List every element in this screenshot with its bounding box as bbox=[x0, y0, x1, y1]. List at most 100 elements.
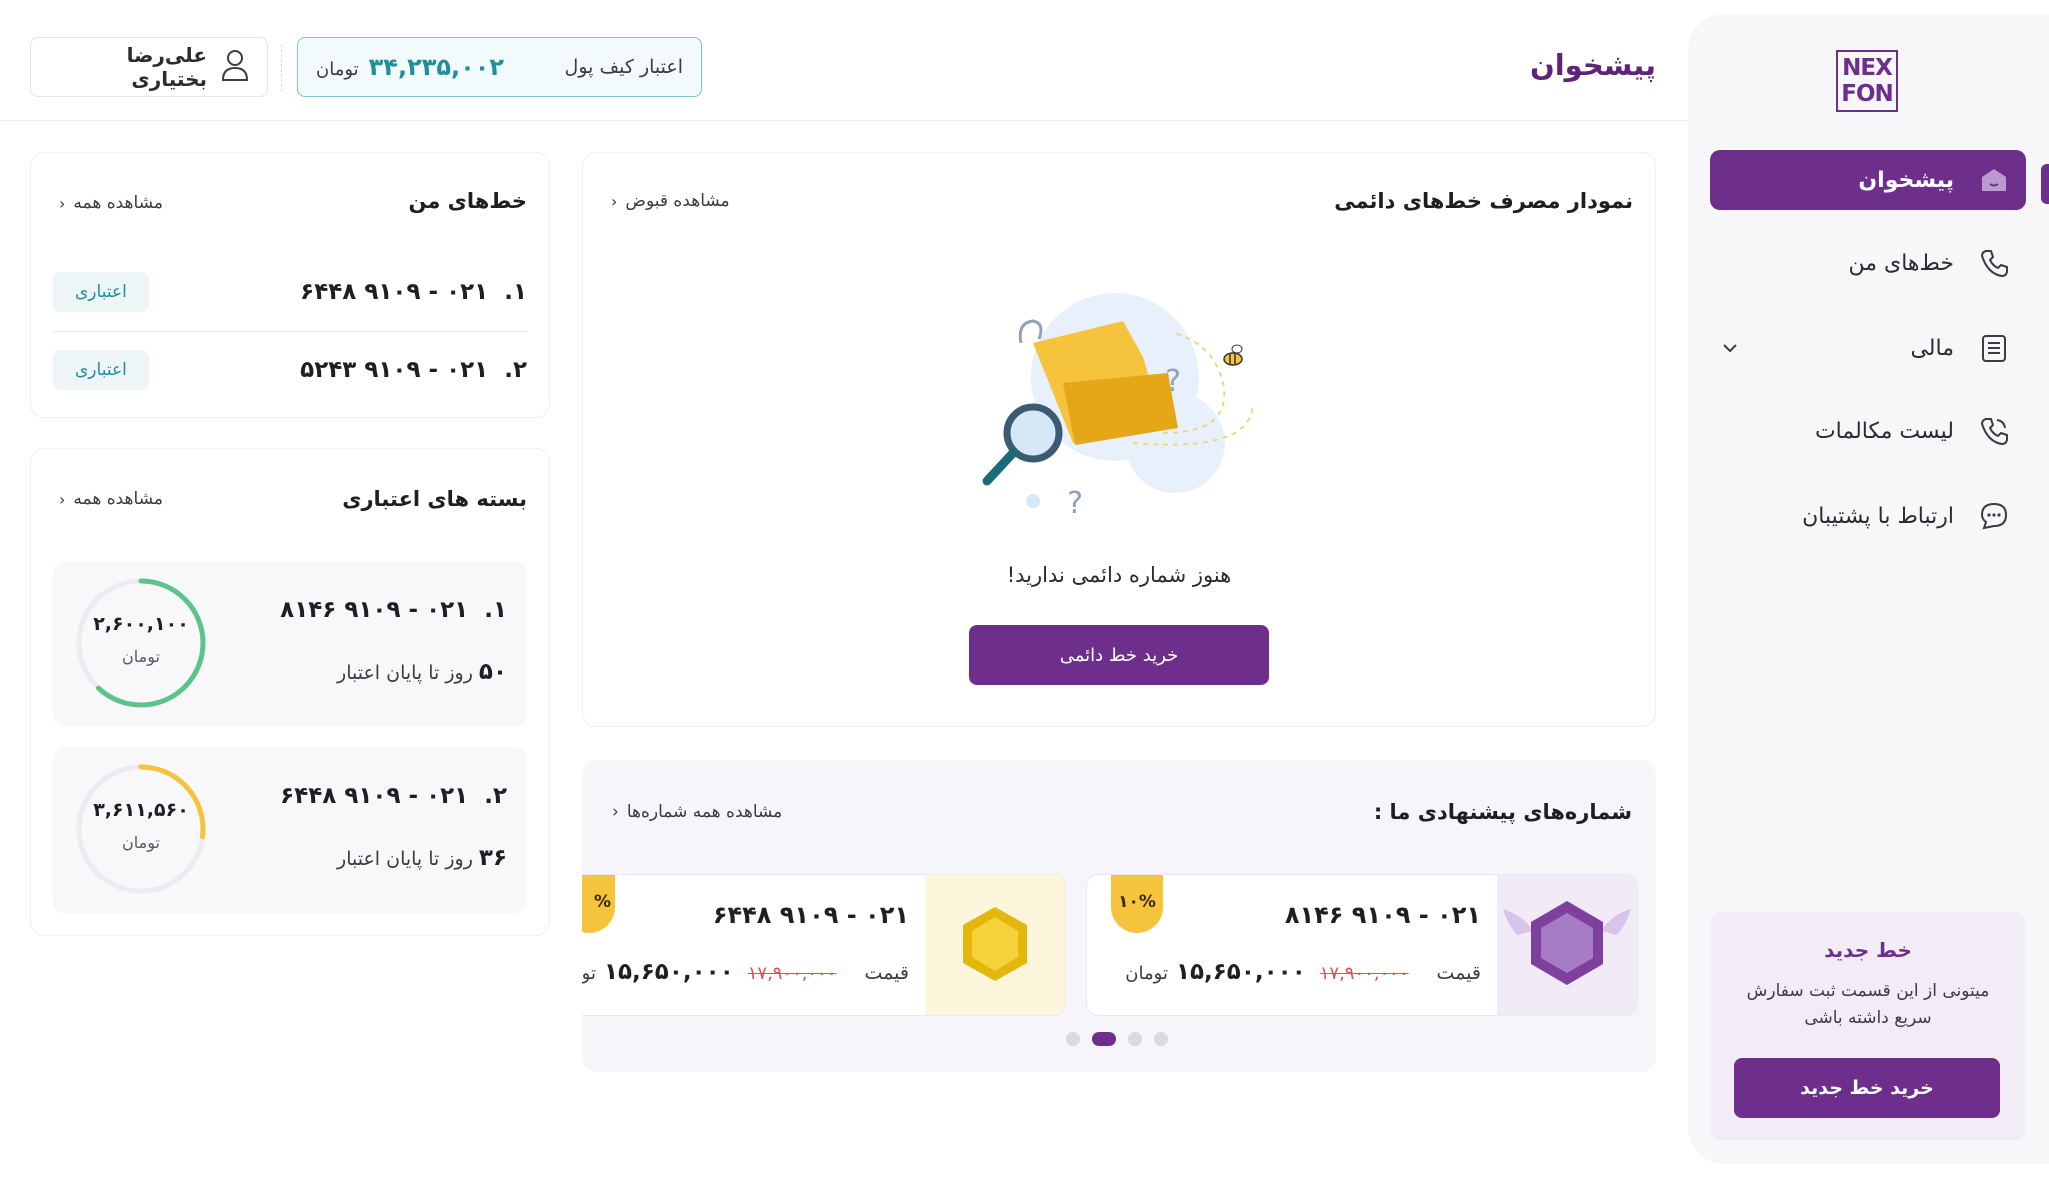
price-label: قیمت bbox=[1436, 962, 1481, 984]
user-name: علی‌رضا بختیاری bbox=[126, 43, 207, 91]
empty-state-text: هنوز شماره دائمی ندارید! bbox=[1006, 563, 1232, 587]
card-title: خط‌های من bbox=[408, 189, 527, 213]
view-all-packs-link[interactable]: مشاهده همه ‹ bbox=[59, 489, 163, 509]
card-title: بسته های اعتباری bbox=[342, 487, 527, 511]
offer-price: قیمت ۱۷,۹۰۰,۰۰۰ ۱۵,۶۵۰,۰۰۰ تو bbox=[582, 959, 909, 985]
pack-amount: ۳,۶۱۱,۵۶۰ bbox=[93, 799, 189, 821]
line-number-value: ۰۲۱ - ۹۱۰۹ ۶۴۴۸ bbox=[300, 279, 489, 305]
price-label: قیمت bbox=[864, 962, 909, 984]
line-row[interactable]: ۱. ۰۲۱ - ۹۱۰۹ ۶۴۴۸ اعتباری bbox=[53, 257, 527, 327]
link-label: مشاهده قبوض bbox=[625, 191, 730, 211]
suggested-numbers-section: شماره‌های پیشنهادی ما : مشاهده همه شماره… bbox=[582, 760, 1656, 1072]
offer-price: قیمت ۱۷,۹۰۰,۰۰۰ ۱۵,۶۵۰,۰۰۰ تومان bbox=[1125, 959, 1481, 985]
carousel-dot[interactable] bbox=[1154, 1032, 1168, 1046]
carousel-dot[interactable] bbox=[1128, 1032, 1142, 1046]
wallet-value: ۳۴,۲۳۵,۰۰۲ تومان bbox=[316, 53, 504, 81]
sidebar-item-my-lines[interactable]: خط‌های من bbox=[1710, 233, 2026, 293]
receipt-icon bbox=[1974, 328, 2014, 368]
offer-badge-area bbox=[925, 875, 1065, 1015]
header-divider-line bbox=[0, 120, 1688, 121]
old-price: ۱۷,۹۰۰,۰۰۰ bbox=[747, 963, 837, 984]
page-title: پیشخوان bbox=[1529, 48, 1656, 82]
pack-days-remaining: ۳۶روز تا پایان اعتبار bbox=[337, 845, 507, 871]
line-number: ۲. ۰۲۱ - ۹۱۰۹ ۵۲۴۳ bbox=[300, 357, 527, 383]
link-label: مشاهده همه bbox=[73, 193, 163, 213]
chevron-left-icon: ‹ bbox=[59, 193, 66, 213]
credit-pack-item[interactable]: ۱. ۰۲۱ - ۹۱۰۹ ۸۱۴۶ ۵۰روز تا پایان اعتبار… bbox=[53, 561, 527, 727]
carousel-dot[interactable] bbox=[1066, 1032, 1080, 1046]
sidebar-item-dashboard[interactable]: پیشخوان bbox=[1710, 150, 2026, 210]
link-label: مشاهده همه bbox=[73, 489, 163, 509]
phone-icon bbox=[1974, 243, 2014, 283]
pack-line-number: ۲. ۰۲۱ - ۹۱۰۹ ۶۴۴۸ bbox=[280, 783, 507, 809]
card-title: نمودار مصرف خط‌های دائمی bbox=[1334, 189, 1633, 213]
credit-progress-ring bbox=[76, 764, 206, 894]
usage-chart-card: نمودار مصرف خط‌های دائمی مشاهده قبوض ‹ ?… bbox=[582, 152, 1656, 727]
discount-tag: ۱۰% bbox=[1111, 875, 1163, 933]
call-log-icon bbox=[1974, 411, 2014, 451]
line-index: ۲. bbox=[504, 357, 527, 383]
offer-card[interactable]: ۰۲۱ - ۹۱۰۹ ۸۱۴۶ قیمت ۱۷,۹۰۰,۰۰۰ ۱۵,۶۵۰,۰… bbox=[1086, 874, 1638, 1016]
line-index: ۱. bbox=[504, 279, 527, 305]
view-all-numbers-link[interactable]: مشاهده همه شماره‌ها ‹ bbox=[612, 802, 782, 822]
sidebar-item-label: مالی bbox=[1910, 335, 1954, 361]
credit-packs-card: بسته های اعتباری مشاهده همه ‹ ۱. ۰۲۱ - ۹… bbox=[30, 448, 550, 936]
bee-icon bbox=[1223, 344, 1243, 366]
credit-pack-item[interactable]: ۲. ۰۲۱ - ۹۱۰۹ ۶۴۴۸ ۳۶روز تا پایان اعتبار… bbox=[53, 747, 527, 913]
user-menu[interactable]: علی‌رضا بختیاری bbox=[30, 37, 268, 97]
days-count: ۵۰ bbox=[478, 659, 507, 685]
line-number: ۱. ۰۲۱ - ۹۱۰۹ ۶۴۴۸ bbox=[300, 279, 527, 305]
pack-unit: تومان bbox=[122, 833, 160, 852]
pack-number-value: ۰۲۱ - ۹۱۰۹ ۸۱۴۶ bbox=[280, 597, 469, 623]
old-price: ۱۷,۹۰۰,۰۰۰ bbox=[1319, 963, 1409, 984]
carousel-pagination bbox=[1066, 1032, 1168, 1046]
chevron-left-icon: ‹ bbox=[612, 802, 619, 822]
buy-new-line-button[interactable]: خرید خط جدید bbox=[1734, 1058, 2000, 1118]
user-icon bbox=[219, 48, 251, 86]
offer-badge-area bbox=[1497, 875, 1637, 1015]
header-divider bbox=[281, 44, 282, 92]
chat-support-icon bbox=[1974, 496, 2014, 536]
view-all-lines-link[interactable]: مشاهده همه ‹ bbox=[59, 193, 163, 213]
pack-number-value: ۰۲۱ - ۹۱۰۹ ۶۴۴۸ bbox=[280, 783, 469, 809]
my-lines-card: خط‌های من مشاهده همه ‹ ۱. ۰۲۱ - ۹۱۰۹ ۶۴۴… bbox=[30, 152, 550, 418]
pack-amount: ۲,۶۰۰,۱۰۰ bbox=[93, 613, 189, 635]
new-price: ۱۵,۶۵۰,۰۰۰ bbox=[603, 959, 734, 985]
view-bills-link[interactable]: مشاهده قبوض ‹ bbox=[611, 191, 730, 211]
wallet-label: اعتبار کیف پول bbox=[564, 56, 683, 78]
sidebar-item-finance[interactable]: مالی bbox=[1710, 318, 2026, 378]
sidebar-item-label: ارتباط با پشتیبان bbox=[1802, 503, 1954, 529]
price-unit: تو bbox=[582, 963, 596, 984]
sidebar-item-support[interactable]: ارتباط با پشتیبان bbox=[1710, 486, 2026, 546]
wallet-amount: ۳۴,۲۳۵,۰۰۲ bbox=[368, 53, 505, 81]
wallet-unit: تومان bbox=[316, 59, 359, 80]
line-row[interactable]: ۲. ۰۲۱ - ۹۱۰۹ ۵۲۴۳ اعتباری bbox=[53, 335, 527, 405]
pack-days-remaining: ۵۰روز تا پایان اعتبار bbox=[337, 659, 507, 685]
purple-hexagon-badge-icon bbox=[1503, 901, 1631, 985]
new-line-promo: خط جدید میتونی از این قسمت ثبت سفارش سری… bbox=[1710, 912, 2026, 1140]
price-unit: تومان bbox=[1125, 963, 1168, 984]
chevron-left-icon: ‹ bbox=[59, 489, 66, 509]
line-type-badge: اعتباری bbox=[53, 350, 149, 390]
empty-folder-illustration: ? ? bbox=[982, 293, 1254, 513]
promo-text: میتونی از این قسمت ثبت سفارش سریع داشته … bbox=[1746, 981, 1990, 1028]
chevron-down-icon[interactable] bbox=[1718, 336, 1742, 360]
offer-card[interactable]: ۰۲۱ - ۹۱۰۹ ۶۴۴۸ قیمت ۱۷,۹۰۰,۰۰۰ ۱۵,۶۵۰,۰… bbox=[582, 874, 1066, 1016]
discount-tag: % bbox=[582, 875, 615, 933]
link-label: مشاهده همه شماره‌ها bbox=[626, 802, 783, 822]
line-number-value: ۰۲۱ - ۹۱۰۹ ۵۲۴۳ bbox=[300, 357, 489, 383]
gold-hexagon-badge-icon bbox=[963, 907, 1027, 981]
nexfon-logo[interactable]: NEX FON bbox=[1836, 50, 1898, 112]
sidebar-item-call-list[interactable]: لیست مکالمات bbox=[1710, 401, 2026, 461]
days-label: روز تا پایان اعتبار bbox=[337, 662, 473, 684]
buy-permanent-line-button[interactable]: خرید خط دائمی bbox=[969, 625, 1269, 685]
carousel-dot[interactable] bbox=[1092, 1032, 1116, 1046]
new-price: ۱۵,۶۵۰,۰۰۰ bbox=[1175, 959, 1306, 985]
home-icon bbox=[1974, 160, 2014, 200]
sidebar-item-label: خط‌های من bbox=[1848, 250, 1954, 276]
sidebar-item-label: لیست مکالمات bbox=[1814, 418, 1954, 444]
wallet-balance[interactable]: اعتبار کیف پول ۳۴,۲۳۵,۰۰۲ تومان bbox=[297, 37, 702, 97]
offer-number: ۰۲۱ - ۹۱۰۹ ۸۱۴۶ bbox=[1284, 901, 1481, 929]
svg-text:?: ? bbox=[1067, 486, 1083, 513]
line-type-badge: اعتباری bbox=[53, 272, 149, 312]
